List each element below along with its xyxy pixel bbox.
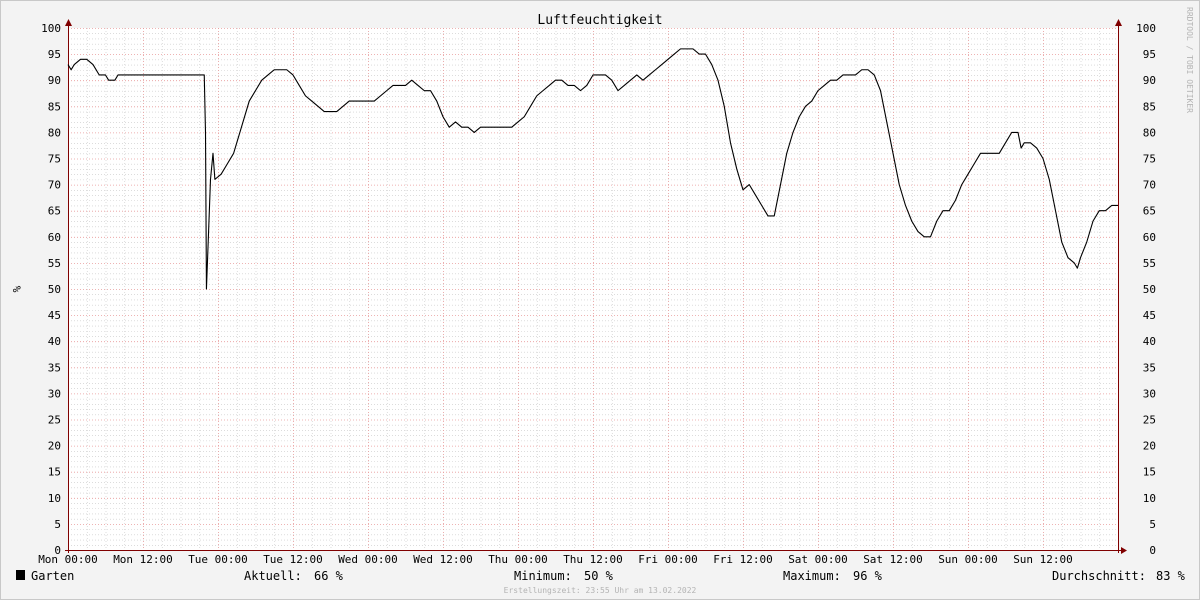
x-tick-label: Fri 00:00 xyxy=(638,553,698,566)
y-tick-label-right: 20 xyxy=(1143,440,1156,453)
x-tick-label: Sat 00:00 xyxy=(788,553,848,566)
y-tick-label: 75 xyxy=(48,153,61,166)
y-tick-label: 70 xyxy=(48,179,61,192)
y-tick-label-right: 70 xyxy=(1143,179,1156,192)
y-tick-labels-right: 0 5 10 15 20 25 30 35 40 45 50 55 60 65 70 75 80 85 90 95 10… xyxy=(1136,22,1156,557)
y-tick-label-right: 100 xyxy=(1136,22,1156,35)
x-tick-label: Tue 12:00 xyxy=(263,553,323,566)
durchschnitt-label: Durchschnitt: xyxy=(1052,569,1146,583)
y-tick-label-right: 50 xyxy=(1143,283,1156,296)
aktuell-value: 66 % xyxy=(314,569,344,583)
y-tick-label: 40 xyxy=(48,335,61,348)
y-tick-label: 45 xyxy=(48,309,61,322)
minimum-value: 50 % xyxy=(584,569,614,583)
y-tick-label: 15 xyxy=(48,466,61,479)
y-tick-label: 30 xyxy=(48,387,61,400)
x-axis-arrow-icon xyxy=(1121,547,1127,554)
y-axis-label-left: % xyxy=(10,286,23,293)
x-tick-label: Wed 00:00 xyxy=(338,553,398,566)
x-tick-label: Mon 00:00 xyxy=(38,553,98,566)
y-tick-label: 55 xyxy=(48,257,61,270)
y-tick-label: 95 xyxy=(48,48,61,61)
x-tick-label: Wed 12:00 xyxy=(413,553,473,566)
legend-swatch-garten xyxy=(16,570,25,580)
humidity-chart: Luftfeuchtigkeit % RRDTOOL / TOBI OETIKE… xyxy=(10,7,1194,595)
y-tick-label: 10 xyxy=(48,492,61,505)
x-tick-label: Tue 00:00 xyxy=(188,553,248,566)
y-tick-label-right: 40 xyxy=(1143,335,1156,348)
y-tick-label-right: 90 xyxy=(1143,74,1156,87)
y-tick-label-right: 30 xyxy=(1143,387,1156,400)
x-tick-labels: Mon 00:00 Mon 12:00 Tue 00:00 Tue 12:00 Wed … xyxy=(38,553,1073,566)
y-tick-label-right: 10 xyxy=(1143,492,1156,505)
y-axis-arrow-icon-left xyxy=(65,19,72,26)
graph-frame: Luftfeuchtigkeit % RRDTOOL / TOBI OETIKE… xyxy=(0,0,1200,600)
x-tick-label: Sun 12:00 xyxy=(1013,553,1073,566)
y-tick-label-right: 5 xyxy=(1149,518,1156,531)
y-tick-label: 50 xyxy=(48,283,61,296)
creation-time: Erstellungszeit: 23:55 Uhr am 13.02.2022 xyxy=(504,586,697,595)
y-tick-label-right: 35 xyxy=(1143,361,1156,374)
x-tick-label: Thu 00:00 xyxy=(488,553,548,566)
y-tick-label: 80 xyxy=(48,126,61,139)
minimum-label: Minimum: xyxy=(514,569,572,583)
y-tick-label-right: 85 xyxy=(1143,100,1156,113)
y-tick-label-right: 25 xyxy=(1143,414,1156,427)
watermark-text: RRDTOOL / TOBI OETIKER xyxy=(1185,7,1194,113)
y-tick-label-right: 80 xyxy=(1143,126,1156,139)
plot-area xyxy=(68,28,1118,550)
y-axis-arrow-icon-right xyxy=(1115,19,1122,26)
y-tick-label: 20 xyxy=(48,440,61,453)
aktuell-label: Aktuell: xyxy=(244,569,302,583)
durchschnitt-value: 83 % xyxy=(1156,569,1186,583)
x-tick-label: Sun 00:00 xyxy=(938,553,998,566)
y-tick-label: 100 xyxy=(41,22,61,35)
y-tick-label-right: 75 xyxy=(1143,153,1156,166)
y-tick-label: 25 xyxy=(48,414,61,427)
x-tick-label: Fri 12:00 xyxy=(713,553,773,566)
y-tick-label: 90 xyxy=(48,74,61,87)
y-tick-label-right: 60 xyxy=(1143,231,1156,244)
y-tick-label: 35 xyxy=(48,361,61,374)
y-tick-label: 85 xyxy=(48,100,61,113)
y-tick-label: 60 xyxy=(48,231,61,244)
chart-title: Luftfeuchtigkeit xyxy=(537,13,662,28)
legend-series-name: Garten xyxy=(31,569,74,583)
y-tick-label: 65 xyxy=(48,205,61,218)
y-tick-label-right: 65 xyxy=(1143,205,1156,218)
y-tick-label-right: 15 xyxy=(1143,466,1156,479)
y-tick-label-right: 95 xyxy=(1143,48,1156,61)
y-tick-labels-left: 0510152025303540455055606570758085909510… xyxy=(41,22,61,557)
maximum-label: Maximum: xyxy=(783,569,841,583)
y-tick-label-right: 0 xyxy=(1149,544,1156,557)
maximum-value: 96 % xyxy=(853,569,883,583)
y-tick-label: 5 xyxy=(54,518,61,531)
y-tick-label-right: 45 xyxy=(1143,309,1156,322)
x-tick-label: Mon 12:00 xyxy=(113,553,173,566)
x-tick-label: Thu 12:00 xyxy=(563,553,623,566)
y-tick-label-right: 55 xyxy=(1143,257,1156,270)
x-tick-label: Sat 12:00 xyxy=(863,553,923,566)
